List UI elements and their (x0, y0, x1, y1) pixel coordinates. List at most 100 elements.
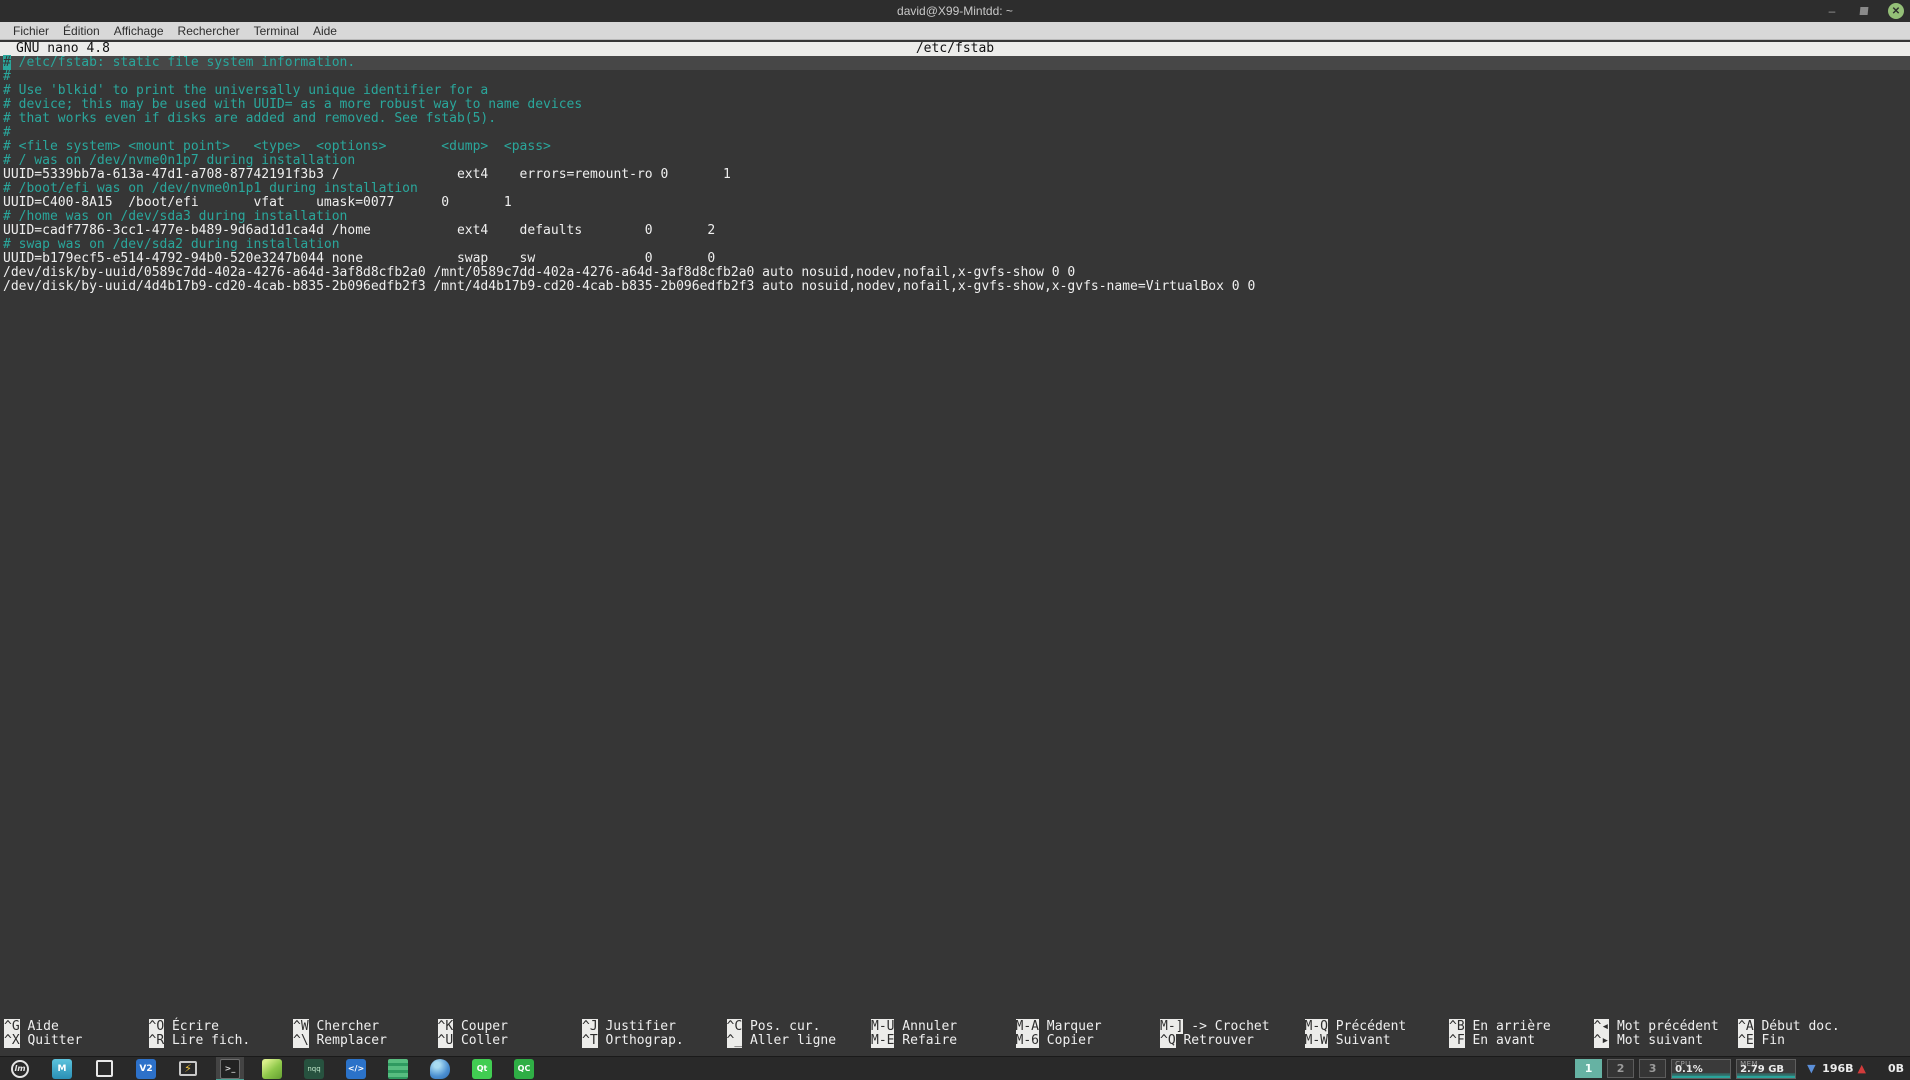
nano-shortcut: ^O Écrire (149, 1020, 219, 1034)
nano-shortcut: M-6 Copier (1016, 1034, 1094, 1048)
minimize-button[interactable]: – (1824, 4, 1840, 18)
frame-app-button[interactable] (90, 1057, 118, 1080)
layers-app-icon (388, 1059, 408, 1079)
shortcut-key: ^R (149, 1033, 165, 1048)
nano-shortcut: ^J Justifier (582, 1020, 676, 1034)
shortcut-key: ^T (582, 1033, 598, 1048)
shortcut-key: ^F (1449, 1033, 1465, 1048)
file-line: /dev/disk/by-uuid/0589c7dd-402a-4276-a64… (0, 266, 1910, 280)
file-line: # / was on /dev/nvme0n1p7 during install… (0, 154, 1910, 168)
nano-shortcut: ^R Lire fich. (149, 1034, 251, 1048)
shortcut-key: ^X (4, 1033, 20, 1048)
nano-shortcut: ^G Aide (4, 1020, 59, 1034)
qc-app-button[interactable]: QC (510, 1057, 538, 1080)
bird-app-button[interactable] (426, 1057, 454, 1080)
shortcut-key: ^Q (1160, 1033, 1176, 1048)
cpu-monitor[interactable]: CPU 0.1% (1671, 1059, 1731, 1079)
nano-shortcut: ^C Pos. cur. (727, 1020, 821, 1034)
terminal-area[interactable]: GNU nano 4.8 /etc/fstab # /etc/fstab: st… (0, 40, 1910, 1056)
nano-shortcut: M-E Refaire (871, 1034, 957, 1048)
file-content: # /etc/fstab: static file system informa… (0, 56, 1910, 294)
text-cursor: # (3, 55, 11, 70)
nano-shortcut: ^T Orthograp. (582, 1034, 684, 1048)
file-line: UUID=5339bb7a-613a-47d1-a708-87742191f3b… (0, 168, 1910, 182)
desktop: david@X99-Mintdd: ~ – ✕ Fichier Édition … (0, 0, 1910, 1080)
taskbar: lm M V2 ⚡ >_ nqq </> Qt QC 1 2 3 CPU 0.1… (0, 1056, 1910, 1080)
file-line: UUID=cadf7786-3cc1-477e-b489-9d6ad1d1ca4… (0, 224, 1910, 238)
file-line: /dev/disk/by-uuid/4d4b17b9-cd20-4cab-b83… (0, 280, 1910, 294)
menu-affichage[interactable]: Affichage (107, 22, 171, 40)
nano-shortcut: M-Q Précédent (1305, 1020, 1407, 1034)
shortcut-key: M-W (1305, 1033, 1328, 1048)
nano-shortcut: ^E Fin (1738, 1034, 1785, 1048)
window-titlebar[interactable]: david@X99-Mintdd: ~ – ✕ (0, 0, 1910, 22)
shortcut-key: M-U (871, 1019, 894, 1034)
frame-app-icon (96, 1060, 113, 1077)
nano-shortcut: M-] -> Crochet (1160, 1020, 1270, 1034)
nano-shortcut: ^X Quitter (4, 1034, 82, 1048)
shortcut-key: ^K (438, 1019, 454, 1034)
shortcut-key: M-A (1016, 1019, 1039, 1034)
qt-app-button[interactable]: Qt (468, 1057, 496, 1080)
download-arrow-icon: ▼ (1807, 1062, 1815, 1075)
maximize-button[interactable] (1856, 4, 1872, 18)
layers-app-button[interactable] (384, 1057, 412, 1080)
qt-app-icon: Qt (472, 1059, 492, 1079)
pc-lightning-icon: ⚡ (179, 1061, 197, 1076)
shortcut-key: ^U (438, 1033, 454, 1048)
file-line: # (0, 70, 1910, 84)
shortcut-key: ^J (582, 1019, 598, 1034)
mint-menu-button[interactable]: lm (6, 1057, 34, 1080)
nano-shortcut: ^◂ Mot précédent (1594, 1020, 1719, 1034)
file-line: # that works even if disks are added and… (0, 112, 1910, 126)
shortcut-key: ^C (727, 1019, 743, 1034)
notepadqq-button[interactable]: nqq (300, 1057, 328, 1080)
nano-shortcut: ^K Couper (438, 1020, 508, 1034)
upload-value: 0B (1870, 1062, 1904, 1075)
nano-filename: /etc/fstab (0, 42, 1910, 56)
menu-terminal[interactable]: Terminal (247, 22, 306, 40)
v2-app-button[interactable]: V2 (132, 1057, 160, 1080)
shortcut-key: M-Q (1305, 1019, 1328, 1034)
cpu-graph (1672, 1073, 1730, 1078)
nano-shortcut: ^Q Retrouver (1160, 1034, 1254, 1048)
hardware-info-button[interactable]: ⚡ (174, 1057, 202, 1080)
wave-app-button[interactable]: M (48, 1057, 76, 1080)
file-line: # <file system> <mount point> <type> <op… (0, 140, 1910, 154)
nano-shortcut-bar: ^G Aide ^O Écrire ^W Chercher ^K Couper ^J J… (0, 1020, 1910, 1048)
workspace-1[interactable]: 1 (1575, 1059, 1602, 1078)
vscode-button[interactable]: </> (342, 1057, 370, 1080)
mint-menu-icon: lm (11, 1060, 29, 1078)
workspace-2[interactable]: 2 (1607, 1059, 1634, 1078)
nano-shortcut: ^_ Aller ligne (727, 1034, 837, 1048)
file-line: # Use 'blkid' to print the universally u… (0, 84, 1910, 98)
shortcut-key: ^W (293, 1019, 309, 1034)
close-button[interactable]: ✕ (1888, 3, 1904, 19)
virtualbox-icon (262, 1059, 282, 1079)
shortcut-key: ^G (4, 1019, 20, 1034)
download-value: 196B (1820, 1062, 1854, 1075)
shortcut-key: ^\ (293, 1033, 309, 1048)
file-line: UUID=b179ecf5-e514-4792-94b0-520e3247b04… (0, 252, 1910, 266)
file-line: UUID=C400-8A15 /boot/efi vfat umask=0077… (0, 196, 1910, 210)
mem-monitor[interactable]: MEM 2.79 GB (1736, 1059, 1796, 1079)
shortcut-key: M-] (1160, 1019, 1183, 1034)
shortcut-key: ^_ (727, 1033, 743, 1048)
bird-app-icon (430, 1059, 450, 1079)
shortcut-key: M-E (871, 1033, 894, 1048)
workspace-3[interactable]: 3 (1639, 1059, 1666, 1078)
menu-fichier[interactable]: Fichier (6, 22, 56, 40)
menu-aide[interactable]: Aide (306, 22, 344, 40)
network-monitor[interactable]: ▼ 196B ▲ 0B (1801, 1062, 1904, 1075)
terminal-app-button[interactable]: >_ (216, 1057, 244, 1080)
nano-shortcut: ^W Chercher (293, 1020, 379, 1034)
menu-edition[interactable]: Édition (56, 22, 107, 40)
shortcut-key: ^B (1449, 1019, 1465, 1034)
nano-shortcut: M-A Marquer (1016, 1020, 1102, 1034)
file-line: # device; this may be used with UUID= as… (0, 98, 1910, 112)
menu-rechercher[interactable]: Rechercher (171, 22, 247, 40)
virtualbox-button[interactable] (258, 1057, 286, 1080)
nano-shortcut: ^F En avant (1449, 1034, 1535, 1048)
nano-shortcut: ^▸ Mot suivant (1594, 1034, 1704, 1048)
shortcut-key: ^A (1738, 1019, 1754, 1034)
